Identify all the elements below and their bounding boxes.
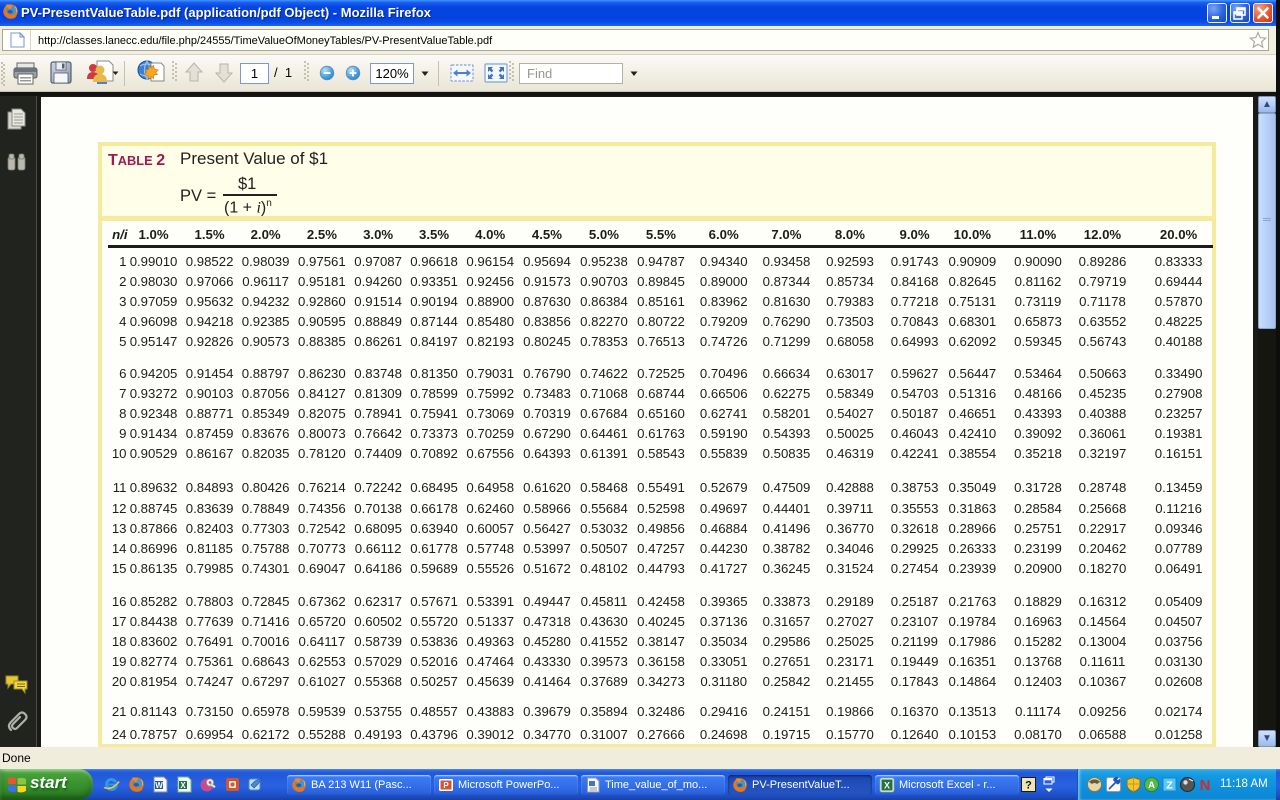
svg-text:X: X [180, 781, 186, 790]
svg-text:P: P [443, 781, 449, 790]
svg-text:Z: Z [1166, 780, 1173, 792]
svg-text:N: N [1200, 777, 1211, 792]
svg-text:A: A [1148, 780, 1155, 791]
svg-text:?: ? [1025, 780, 1032, 792]
svg-text:W: W [155, 781, 163, 790]
svg-text:X: X [884, 781, 890, 791]
